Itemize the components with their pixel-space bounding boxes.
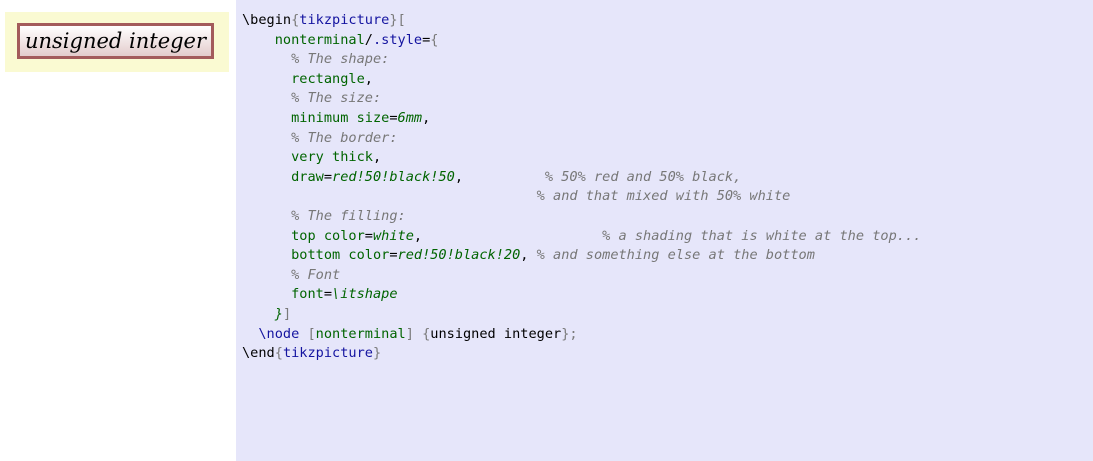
example-output-panel: unsigned integer <box>5 12 229 72</box>
node-command: \node <box>258 325 300 342</box>
code-line-18: \end{tikzpicture} <box>242 345 382 362</box>
code-comment: % a shading that is white at the top... <box>602 227 922 244</box>
code-line-2: nonterminal/.style={ <box>274 31 439 48</box>
closing-brace: } <box>274 305 283 322</box>
option-value: red!50!black!20 <box>397 247 521 264</box>
code-line-15: font=\itshape <box>291 286 398 303</box>
nonterminal-node: unsigned integer <box>17 23 214 59</box>
code-line-16: }] <box>274 305 292 322</box>
environment-name: tikzpicture <box>299 12 390 28</box>
code-line-13: bottom color=red!50!black!20, % and some… <box>291 247 815 264</box>
option-key: very thick <box>291 149 373 166</box>
option-value: \itshape <box>332 286 398 303</box>
option-value: red!50!black!50 <box>332 168 455 185</box>
option-key: bottom color <box>291 247 390 264</box>
code-listing-panel: \begin{tikzpicture}[ nonterminal/.style=… <box>236 0 1093 461</box>
code-line-9: draw=red!50!black!50, % 50% red and 50% … <box>291 168 742 185</box>
environment-name: tikzpicture <box>282 345 373 362</box>
code-comment: % The filling: <box>291 207 406 224</box>
end-command: \end <box>242 345 275 362</box>
option-value: 6mm <box>397 109 423 126</box>
option-value: white <box>372 227 414 244</box>
code-comment: % The size: <box>291 90 382 107</box>
option-key: minimum size <box>291 109 390 126</box>
style-handler: .style <box>372 31 423 48</box>
code-line-1: \begin{tikzpicture}[ <box>242 12 406 28</box>
option-key: draw <box>291 168 324 185</box>
code-line-8: very thick, <box>291 149 382 166</box>
code-comment: % 50% red and 50% black, <box>544 168 742 185</box>
style-key: nonterminal <box>274 31 365 48</box>
code-line-10: % and that mixed with 50% white <box>242 188 791 205</box>
begin-command: \begin <box>242 12 292 28</box>
node-text: unsigned integer <box>430 325 562 342</box>
option-key: top color <box>291 227 365 244</box>
code-line-12: top color=white, % a shading that is whi… <box>291 227 922 244</box>
code-comment: % and something else at the bottom <box>536 247 815 264</box>
option-key: rectangle <box>291 70 365 87</box>
code-line-6: minimum size=6mm, <box>291 109 431 126</box>
code-comment: % Font <box>291 266 341 283</box>
code-comment: % and that mixed with 50% white <box>536 188 791 205</box>
code-comment: % The border: <box>291 129 398 146</box>
code-listing: \begin{tikzpicture}[ nonterminal/.style=… <box>242 11 921 364</box>
code-line-17: \node [nonterminal] {unsigned integer}; <box>258 325 578 342</box>
code-comment: % The shape: <box>291 51 390 68</box>
code-line-4: rectangle, <box>291 70 373 87</box>
option-key: font <box>291 286 324 303</box>
node-option: nonterminal <box>315 325 406 342</box>
